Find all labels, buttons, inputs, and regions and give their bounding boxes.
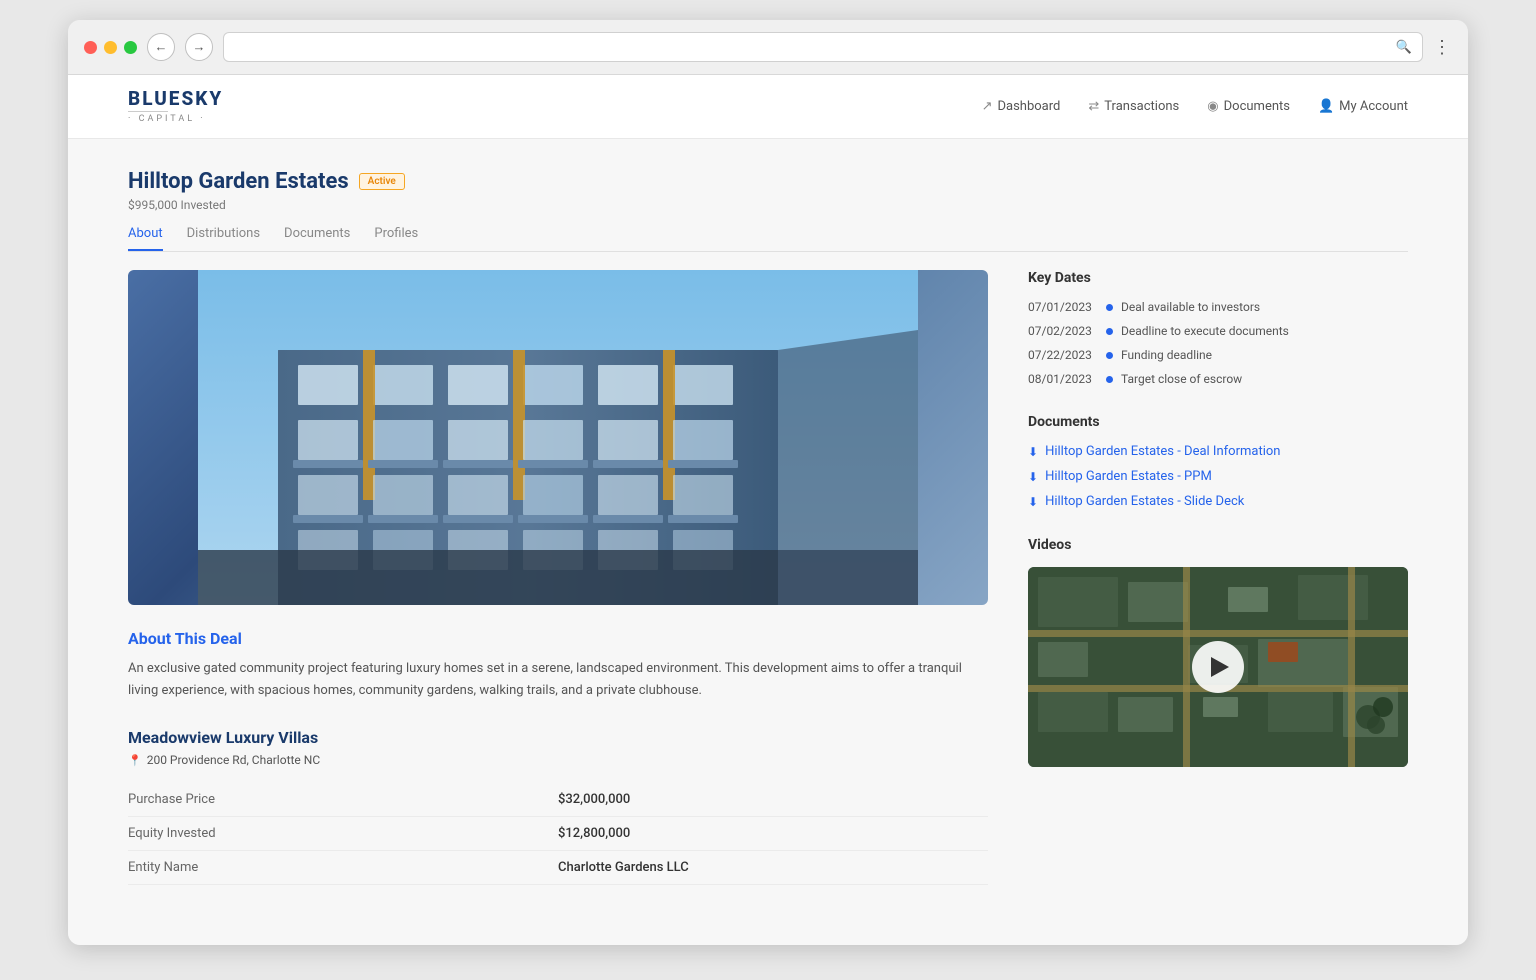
account-icon: 👤 bbox=[1318, 99, 1334, 114]
key-date-date: 08/01/2023 bbox=[1028, 372, 1098, 386]
doc-label-1: Hilltop Garden Estates - PPM bbox=[1045, 469, 1212, 484]
tab-about[interactable]: About bbox=[128, 226, 163, 251]
videos-title: Videos bbox=[1028, 537, 1408, 553]
documents-section: Documents ⬇ Hilltop Garden Estates - Dea… bbox=[1028, 414, 1408, 509]
detail-address-text: 200 Providence Rd, Charlotte NC bbox=[147, 753, 320, 767]
browser-menu-icon[interactable]: ⋮ bbox=[1433, 37, 1452, 58]
app-content: BLUESKY · CAPITAL · ↗ Dashboard ⇄ Transa… bbox=[68, 75, 1468, 945]
traffic-lights bbox=[84, 41, 137, 54]
table-row: Purchase Price $32,000,000 bbox=[128, 783, 988, 817]
about-description: An exclusive gated community project fea… bbox=[128, 658, 988, 702]
browser-window: ← → 🔍 ⋮ BLUESKY · CAPITAL · ↗ Dashboard bbox=[68, 20, 1468, 945]
table-cell-value: $32,000,000 bbox=[558, 783, 988, 817]
doc-link-2[interactable]: ⬇ Hilltop Garden Estates - Slide Deck bbox=[1028, 494, 1408, 509]
search-icon: 🔍 bbox=[1396, 40, 1412, 55]
logo-text-capital: · CAPITAL · bbox=[128, 114, 206, 124]
key-date-dot bbox=[1106, 352, 1113, 359]
transactions-icon: ⇄ bbox=[1088, 99, 1099, 114]
key-date-dot bbox=[1106, 304, 1113, 311]
nav-link-my-account[interactable]: 👤 My Account bbox=[1318, 99, 1408, 114]
table-cell-label: Purchase Price bbox=[128, 783, 558, 817]
about-title: About This Deal bbox=[128, 629, 988, 648]
key-dates-title: Key Dates bbox=[1028, 270, 1408, 286]
play-button[interactable] bbox=[1192, 641, 1244, 693]
download-icon: ⬇ bbox=[1028, 445, 1038, 459]
key-date-label: Deadline to execute documents bbox=[1121, 324, 1289, 338]
nav-link-dashboard[interactable]: ↗ Dashboard bbox=[982, 99, 1061, 114]
table-cell-label: Entity Name bbox=[128, 851, 558, 885]
table-cell-value: $12,800,000 bbox=[558, 817, 988, 851]
nav-link-documents[interactable]: ◉ Documents bbox=[1207, 99, 1290, 114]
detail-address: 📍 200 Providence Rd, Charlotte NC bbox=[128, 753, 988, 767]
key-date-row: 07/22/2023 Funding deadline bbox=[1028, 348, 1408, 362]
play-icon bbox=[1211, 657, 1229, 677]
key-date-label: Deal available to investors bbox=[1121, 300, 1260, 314]
close-button[interactable] bbox=[84, 41, 97, 54]
left-column: About This Deal An exclusive gated commu… bbox=[128, 270, 988, 885]
logo-text-bluesky: BLUESKY bbox=[128, 89, 223, 108]
nav-link-transactions[interactable]: ⇄ Transactions bbox=[1088, 99, 1179, 114]
key-dates-section: Key Dates 07/01/2023 Deal available to i… bbox=[1028, 270, 1408, 386]
video-thumbnail[interactable] bbox=[1028, 567, 1408, 767]
table-cell-value: Charlotte Gardens LLC bbox=[558, 851, 988, 885]
nav-links: ↗ Dashboard ⇄ Transactions ◉ Documents 👤… bbox=[982, 99, 1408, 114]
key-date-label: Target close of escrow bbox=[1121, 372, 1242, 386]
key-date-date: 07/22/2023 bbox=[1028, 348, 1098, 362]
property-tabs: About Distributions Documents Profiles bbox=[128, 226, 1408, 252]
top-navigation: BLUESKY · CAPITAL · ↗ Dashboard ⇄ Transa… bbox=[68, 75, 1468, 139]
forward-button[interactable]: → bbox=[185, 33, 213, 61]
logo: BLUESKY · CAPITAL · bbox=[128, 89, 223, 124]
back-button[interactable]: ← bbox=[147, 33, 175, 61]
key-date-dot bbox=[1106, 328, 1113, 335]
invested-label: $995,000 Invested bbox=[128, 198, 1408, 212]
key-date-row: 07/02/2023 Deadline to execute documents bbox=[1028, 324, 1408, 338]
table-cell-label: Equity Invested bbox=[128, 817, 558, 851]
right-column: Key Dates 07/01/2023 Deal available to i… bbox=[1028, 270, 1408, 885]
key-date-date: 07/01/2023 bbox=[1028, 300, 1098, 314]
nav-label-transactions: Transactions bbox=[1104, 99, 1179, 114]
content-grid: About This Deal An exclusive gated commu… bbox=[128, 270, 1408, 885]
doc-label-2: Hilltop Garden Estates - Slide Deck bbox=[1045, 494, 1244, 509]
documents-icon: ◉ bbox=[1207, 99, 1218, 114]
property-title-row: Hilltop Garden Estates Active bbox=[128, 169, 1408, 194]
detail-table: Purchase Price $32,000,000 Equity Invest… bbox=[128, 783, 988, 885]
fullscreen-button[interactable] bbox=[124, 41, 137, 54]
property-image bbox=[128, 270, 988, 605]
documents-title: Documents bbox=[1028, 414, 1408, 430]
building-illustration bbox=[128, 270, 988, 605]
videos-section: Videos bbox=[1028, 537, 1408, 767]
key-date-label: Funding deadline bbox=[1121, 348, 1212, 362]
key-date-dot bbox=[1106, 376, 1113, 383]
doc-label-0: Hilltop Garden Estates - Deal Informatio… bbox=[1045, 444, 1280, 459]
table-row: Equity Invested $12,800,000 bbox=[128, 817, 988, 851]
status-badge: Active bbox=[359, 173, 405, 190]
doc-link-0[interactable]: ⬇ Hilltop Garden Estates - Deal Informat… bbox=[1028, 444, 1408, 459]
download-icon: ⬇ bbox=[1028, 495, 1038, 509]
address-bar[interactable]: 🔍 bbox=[223, 32, 1423, 62]
doc-link-1[interactable]: ⬇ Hilltop Garden Estates - PPM bbox=[1028, 469, 1408, 484]
tab-distributions[interactable]: Distributions bbox=[187, 226, 260, 251]
table-row: Entity Name Charlotte Gardens LLC bbox=[128, 851, 988, 885]
key-date-row: 08/01/2023 Target close of escrow bbox=[1028, 372, 1408, 386]
tab-profiles[interactable]: Profiles bbox=[374, 226, 418, 251]
detail-property-title: Meadowview Luxury Villas bbox=[128, 728, 988, 747]
browser-toolbar: ← → 🔍 ⋮ bbox=[68, 20, 1468, 75]
tab-documents[interactable]: Documents bbox=[284, 226, 350, 251]
minimize-button[interactable] bbox=[104, 41, 117, 54]
key-date-row: 07/01/2023 Deal available to investors bbox=[1028, 300, 1408, 314]
nav-label-documents: Documents bbox=[1224, 99, 1290, 114]
nav-label-dashboard: Dashboard bbox=[998, 99, 1061, 114]
back-icon: ← bbox=[155, 39, 168, 55]
page-body: Hilltop Garden Estates Active $995,000 I… bbox=[68, 139, 1468, 925]
location-icon: 📍 bbox=[128, 754, 142, 767]
forward-icon: → bbox=[193, 39, 206, 55]
key-date-date: 07/02/2023 bbox=[1028, 324, 1098, 338]
logo-divider bbox=[128, 111, 168, 112]
video-play-overlay bbox=[1028, 567, 1408, 767]
property-title: Hilltop Garden Estates bbox=[128, 169, 349, 194]
dashboard-icon: ↗ bbox=[982, 99, 993, 114]
nav-label-my-account: My Account bbox=[1339, 99, 1408, 114]
download-icon: ⬇ bbox=[1028, 470, 1038, 484]
